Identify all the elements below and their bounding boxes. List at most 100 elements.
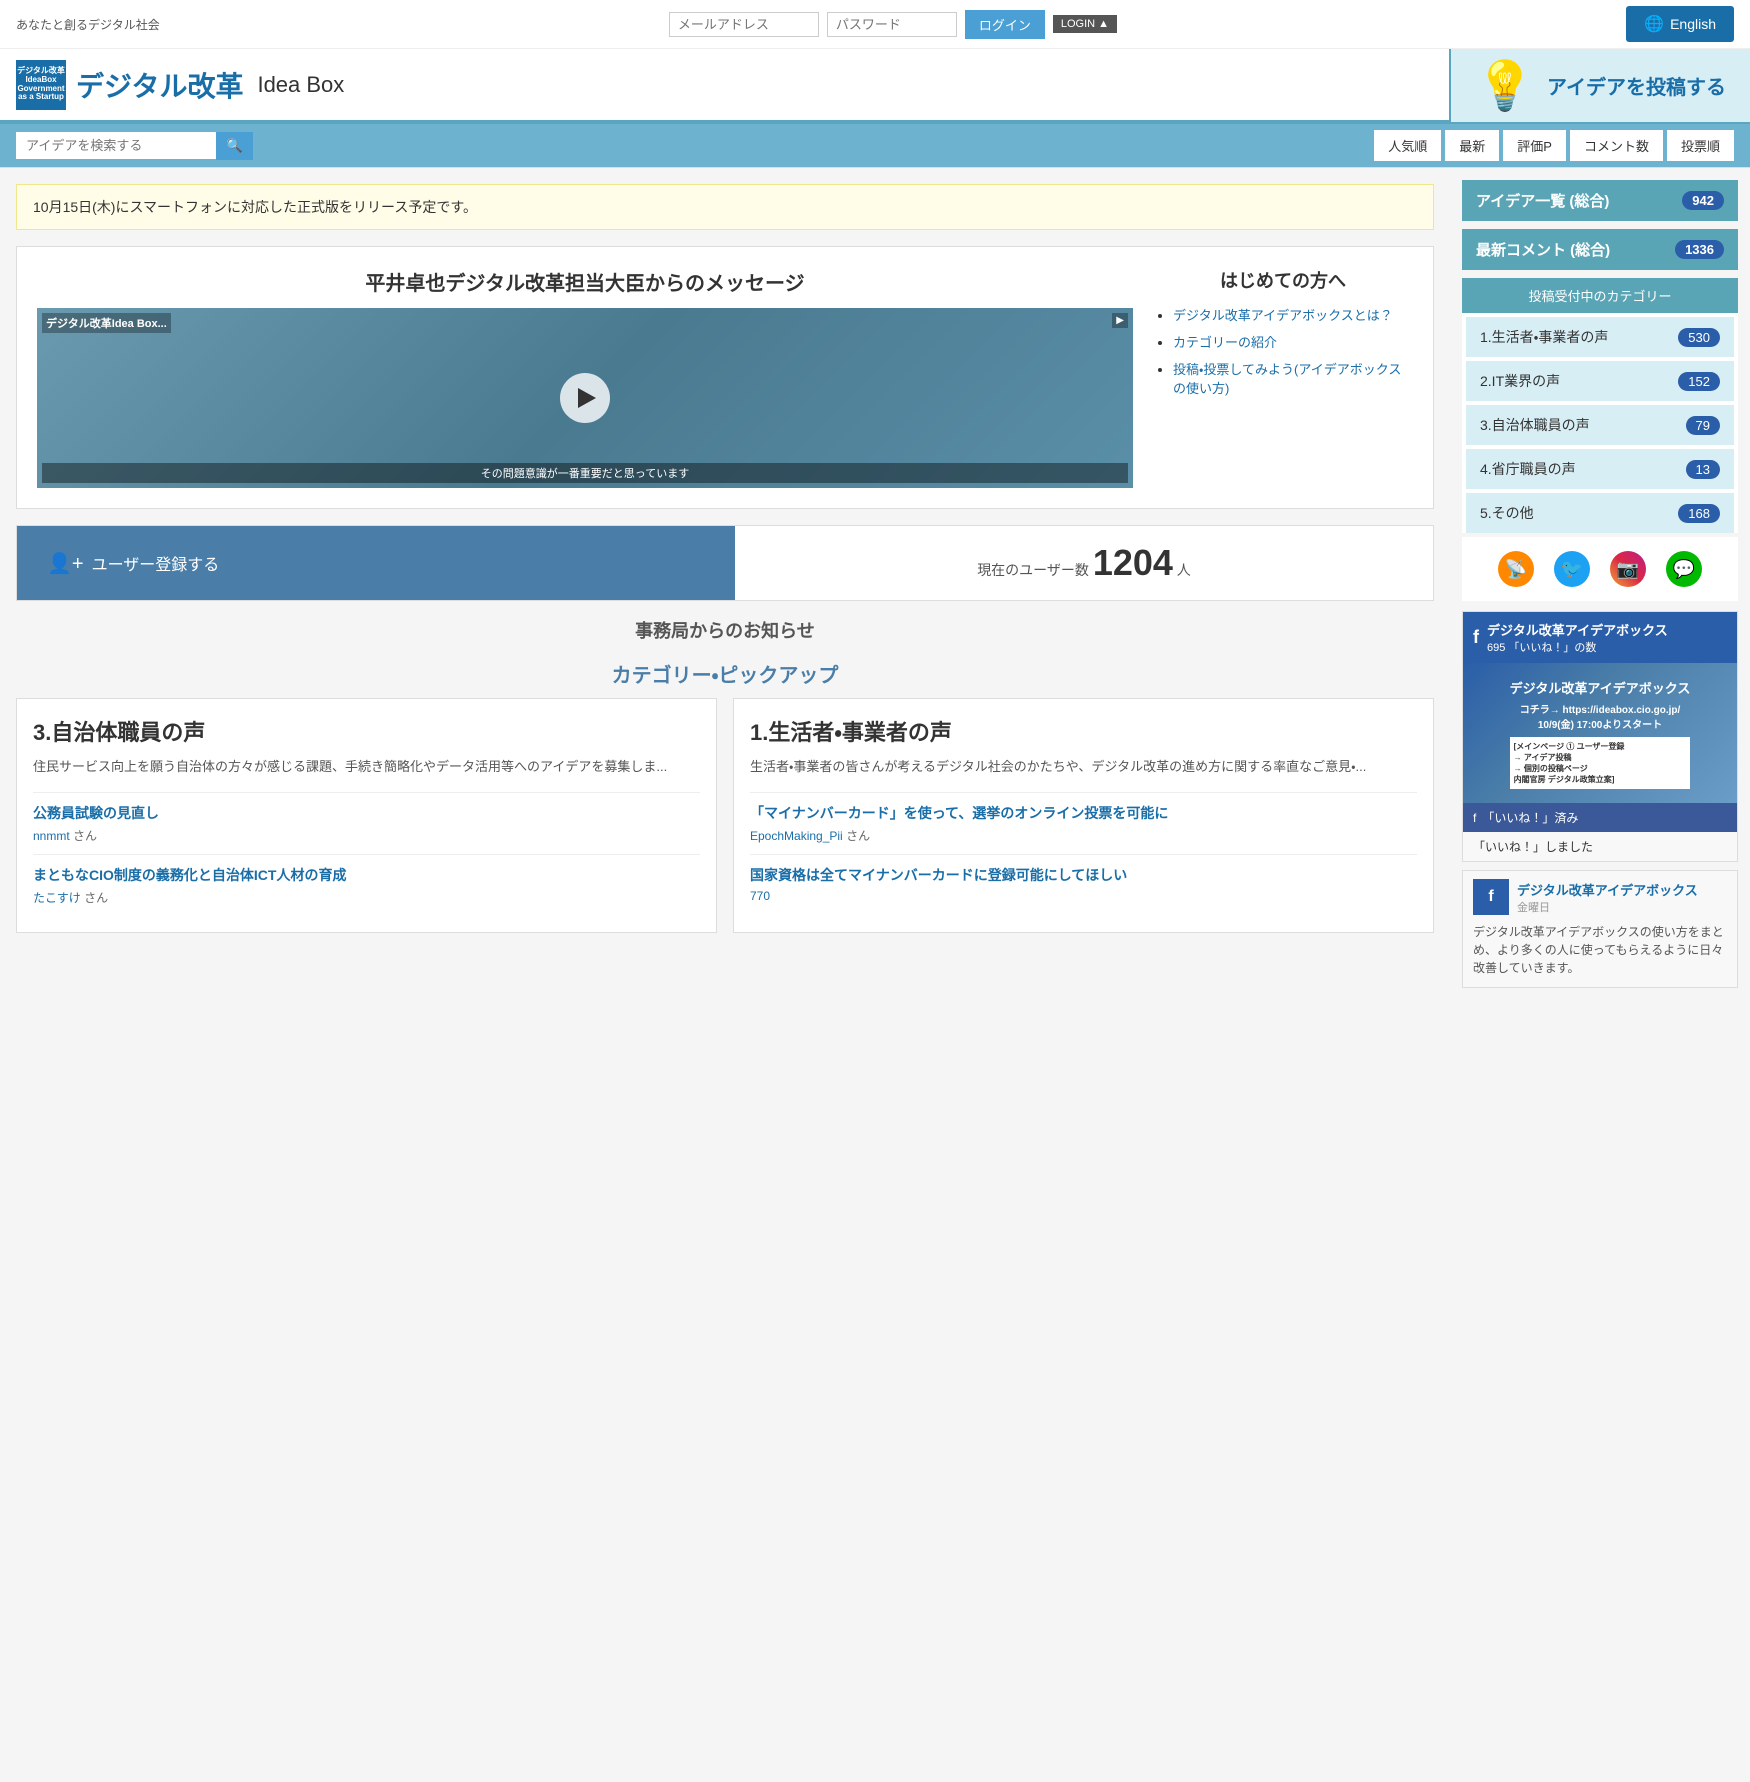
sidebar-item-cat-5[interactable]: 5.その他 168 [1466, 493, 1734, 533]
login-button[interactable]: ログイン [965, 10, 1045, 39]
video-inner: デジタル改革Idea Box... ▶ その問題意識が一番重要だと思っています [37, 308, 1133, 488]
cat-3-count: 79 [1686, 416, 1720, 435]
beginner-links: デジタル改革アイデアボックスとは？ カテゴリーの紹介 投稿・投票してみよう(アイ… [1153, 305, 1413, 397]
category-pickup-title: カテゴリー・ピックアップ [16, 659, 1434, 688]
author-link-4[interactable]: 770 [750, 889, 770, 903]
post-idea-label[interactable]: アイデアを投稿する [1547, 71, 1726, 100]
fb-post-text: デジタル改革アイデアボックスの使い方をまとめ、より多くの人に使ってもらえるように… [1463, 923, 1737, 987]
cat-5-label: 5.その他 [1480, 503, 1534, 523]
comment-card: 最新コメント (総合) 1336 [1462, 229, 1738, 270]
idea-author-1: nnmmt さん [33, 827, 700, 844]
cat-1-label: 1.生活者・事業者の声 [1480, 327, 1608, 347]
search-button[interactable]: 🔍 [216, 132, 253, 160]
play-button[interactable] [560, 373, 610, 423]
globe-icon: 🌐 [1644, 14, 1664, 34]
user-count-number: 1204 [1093, 542, 1173, 583]
social-icons: 📡 🐦 📷 💬 [1462, 537, 1738, 601]
sort-rating[interactable]: 評価P [1503, 130, 1566, 161]
rss-icon[interactable]: 📡 [1498, 551, 1534, 587]
fb-post-card: f デジタル改革アイデアボックス 金曜日 デジタル改革アイデアボックスの使い方を… [1462, 870, 1738, 988]
video-thumbnail[interactable]: デジタル改革Idea Box... ▶ その問題意識が一番重要だと思っています [37, 308, 1133, 488]
fb-icon: f [1473, 811, 1476, 825]
sidebar-item-cat-1[interactable]: 1.生活者・事業者の声 530 [1466, 317, 1734, 357]
idea-list-label: アイデア一覧 (総合) [1476, 190, 1609, 211]
user-count-unit: 人 [1177, 562, 1191, 578]
user-count-area: 現在のユーザー数 1204 人 [735, 526, 1433, 600]
sidebar-item-cat-3[interactable]: 3.自治体職員の声 79 [1466, 405, 1734, 445]
fb-post-logo: f [1473, 879, 1509, 915]
twitter-icon[interactable]: 🐦 [1554, 551, 1590, 587]
register-button[interactable]: 👤+ ユーザー登録する [17, 531, 735, 596]
idea-title-2[interactable]: まともなCIO制度の義務化と自治体ICT人材の育成 [33, 865, 700, 885]
email-input[interactable] [669, 12, 819, 37]
cat-4-label: 4.省庁職員の声 [1480, 459, 1576, 479]
sidebar-categories: 投稿受付中のカテゴリー 1.生活者・事業者の声 530 2.IT業界の声 152… [1462, 278, 1738, 533]
sidebar: アイデア一覧 (総合) 942 最新コメント (総合) 1336 投稿受付中のカ… [1450, 168, 1750, 1008]
list-item: デジタル改革アイデアボックスとは？ [1173, 305, 1413, 324]
cat-3-label: 3.自治体職員の声 [1480, 415, 1590, 435]
user-count-label: 現在のユーザー数 [977, 562, 1089, 578]
beginner-link-2[interactable]: カテゴリーの紹介 [1173, 335, 1277, 350]
idea-list-header[interactable]: アイデア一覧 (総合) 942 [1462, 180, 1738, 221]
main-container: 10月15日(木)にスマートフォンに対応した正式版をリリース予定です。 平井卓也… [0, 168, 1750, 1008]
sidebar-item-cat-2[interactable]: 2.IT業界の声 152 [1466, 361, 1734, 401]
idea-item-2: まともなCIO制度の義務化と自治体ICT人材の育成 たこすけ さん [33, 854, 700, 916]
cat-right-desc: 生活者・事業者の皆さんが考えるデジタル社会のかたちや、デジタル改革の進め方に関す… [750, 757, 1417, 778]
site-tagline: あなたと創るデジタル社会 [16, 16, 160, 33]
logo-title: デジタル改革 [76, 65, 243, 105]
idea-title-1[interactable]: 公務員試験の見直し [33, 803, 700, 823]
instagram-icon[interactable]: 📷 [1610, 551, 1646, 587]
idea-item-3: 「マイナンバーカード」を使って、選挙のオンライン投票を可能に EpochMaki… [750, 792, 1417, 854]
author-link-1[interactable]: nnmmt [33, 829, 70, 843]
idea-author-2: たこすけ さん [33, 889, 700, 906]
author-link-3[interactable]: EpochMaking_Pii [750, 829, 843, 843]
category-cards: 3.自治体職員の声 住民サービス向上を願う自治体の方々が感じる課題、手続き簡略化… [16, 698, 1434, 933]
comment-badge: 1336 [1675, 240, 1724, 259]
cat-2-label: 2.IT業界の声 [1480, 371, 1560, 391]
welcome-section: 平井卓也デジタル改革担当大臣からのメッセージ デジタル改革Idea Box...… [16, 246, 1434, 509]
welcome-right: はじめての方へ デジタル改革アイデアボックスとは？ カテゴリーの紹介 投稿・投票… [1153, 267, 1413, 488]
line-icon[interactable]: 💬 [1666, 551, 1702, 587]
cat-2-count: 152 [1678, 372, 1720, 391]
sort-popular[interactable]: 人気順 [1374, 130, 1441, 161]
english-button[interactable]: 🌐 English [1626, 6, 1734, 42]
fb-page-card: f デジタル改革アイデアボックス 695 「いいね！」の数 デジタル改革アイデア… [1462, 611, 1738, 862]
search-input[interactable] [16, 132, 216, 159]
idea-list-badge: 942 [1682, 191, 1724, 210]
idea-title-3[interactable]: 「マイナンバーカード」を使って、選挙のオンライン投票を可能に [750, 803, 1417, 823]
fb-page-subtitle: 695 「いいね！」の数 [1487, 639, 1668, 655]
register-btn-label: ユーザー登録する [92, 551, 220, 575]
announcement-banner: 10月15日(木)にスマートフォンに対応した正式版をリリース予定です。 [16, 184, 1434, 230]
comment-label: 最新コメント (総合) [1476, 239, 1610, 260]
password-input[interactable] [827, 12, 957, 37]
idea-item-1: 公務員試験の見直し nnmmt さん [33, 792, 700, 854]
top-strip: あなたと創るデジタル社会 ログイン LOGIN ▲ 🌐 English [0, 0, 1750, 49]
sort-latest[interactable]: 最新 [1445, 130, 1499, 161]
beginner-link-1[interactable]: デジタル改革アイデアボックスとは？ [1173, 308, 1393, 323]
post-idea-header[interactable]: 💡 アイデアを投稿する [1449, 49, 1750, 122]
beginner-title: はじめての方へ [1153, 267, 1413, 293]
cat-left-desc: 住民サービス向上を願う自治体の方々が感じる課題、手続き簡略化やデータ活用等へのア… [33, 757, 700, 778]
author-link-2[interactable]: たこすけ [33, 891, 81, 905]
sort-comments[interactable]: コメント数 [1570, 130, 1663, 161]
login-dropdown[interactable]: LOGIN ▲ [1053, 15, 1117, 33]
sidebar-item-cat-4[interactable]: 4.省庁職員の声 13 [1466, 449, 1734, 489]
fb-like-label: 「いいね！」済み [1482, 809, 1578, 826]
user-add-icon: 👤+ [47, 551, 84, 576]
sort-buttons: 人気順 最新 評価P コメント数 投票順 [1374, 130, 1734, 161]
sort-votes[interactable]: 投票順 [1667, 130, 1734, 161]
logo-subtitle: Idea Box [257, 72, 344, 98]
beginner-link-3[interactable]: 投稿・投票してみよう(アイデアボックスの使い方) [1173, 362, 1401, 396]
idea-title-4[interactable]: 国家資格は全てマイナンバーカードに登録可能にしてほしい [750, 865, 1417, 885]
announcement-text: 10月15日(木)にスマートフォンに対応した正式版をリリース予定です。 [33, 199, 477, 215]
comment-header[interactable]: 最新コメント (総合) 1336 [1462, 229, 1738, 270]
category-card-right: 1.生活者・事業者の声 生活者・事業者の皆さんが考えるデジタル社会のかたちや、デ… [733, 698, 1434, 933]
search-icon: 🔍 [226, 138, 243, 153]
welcome-left: 平井卓也デジタル改革担当大臣からのメッセージ デジタル改革Idea Box...… [37, 267, 1133, 488]
lightbulb-icon: 💡 [1475, 57, 1535, 114]
cat-left-title: 3.自治体職員の声 [33, 715, 700, 747]
list-item: 投稿・投票してみよう(アイデアボックスの使い方) [1173, 359, 1413, 397]
list-item: カテゴリーの紹介 [1173, 332, 1413, 351]
fb-page-header: f デジタル改革アイデアボックス 695 「いいね！」の数 [1463, 612, 1737, 663]
cat-5-count: 168 [1678, 504, 1720, 523]
